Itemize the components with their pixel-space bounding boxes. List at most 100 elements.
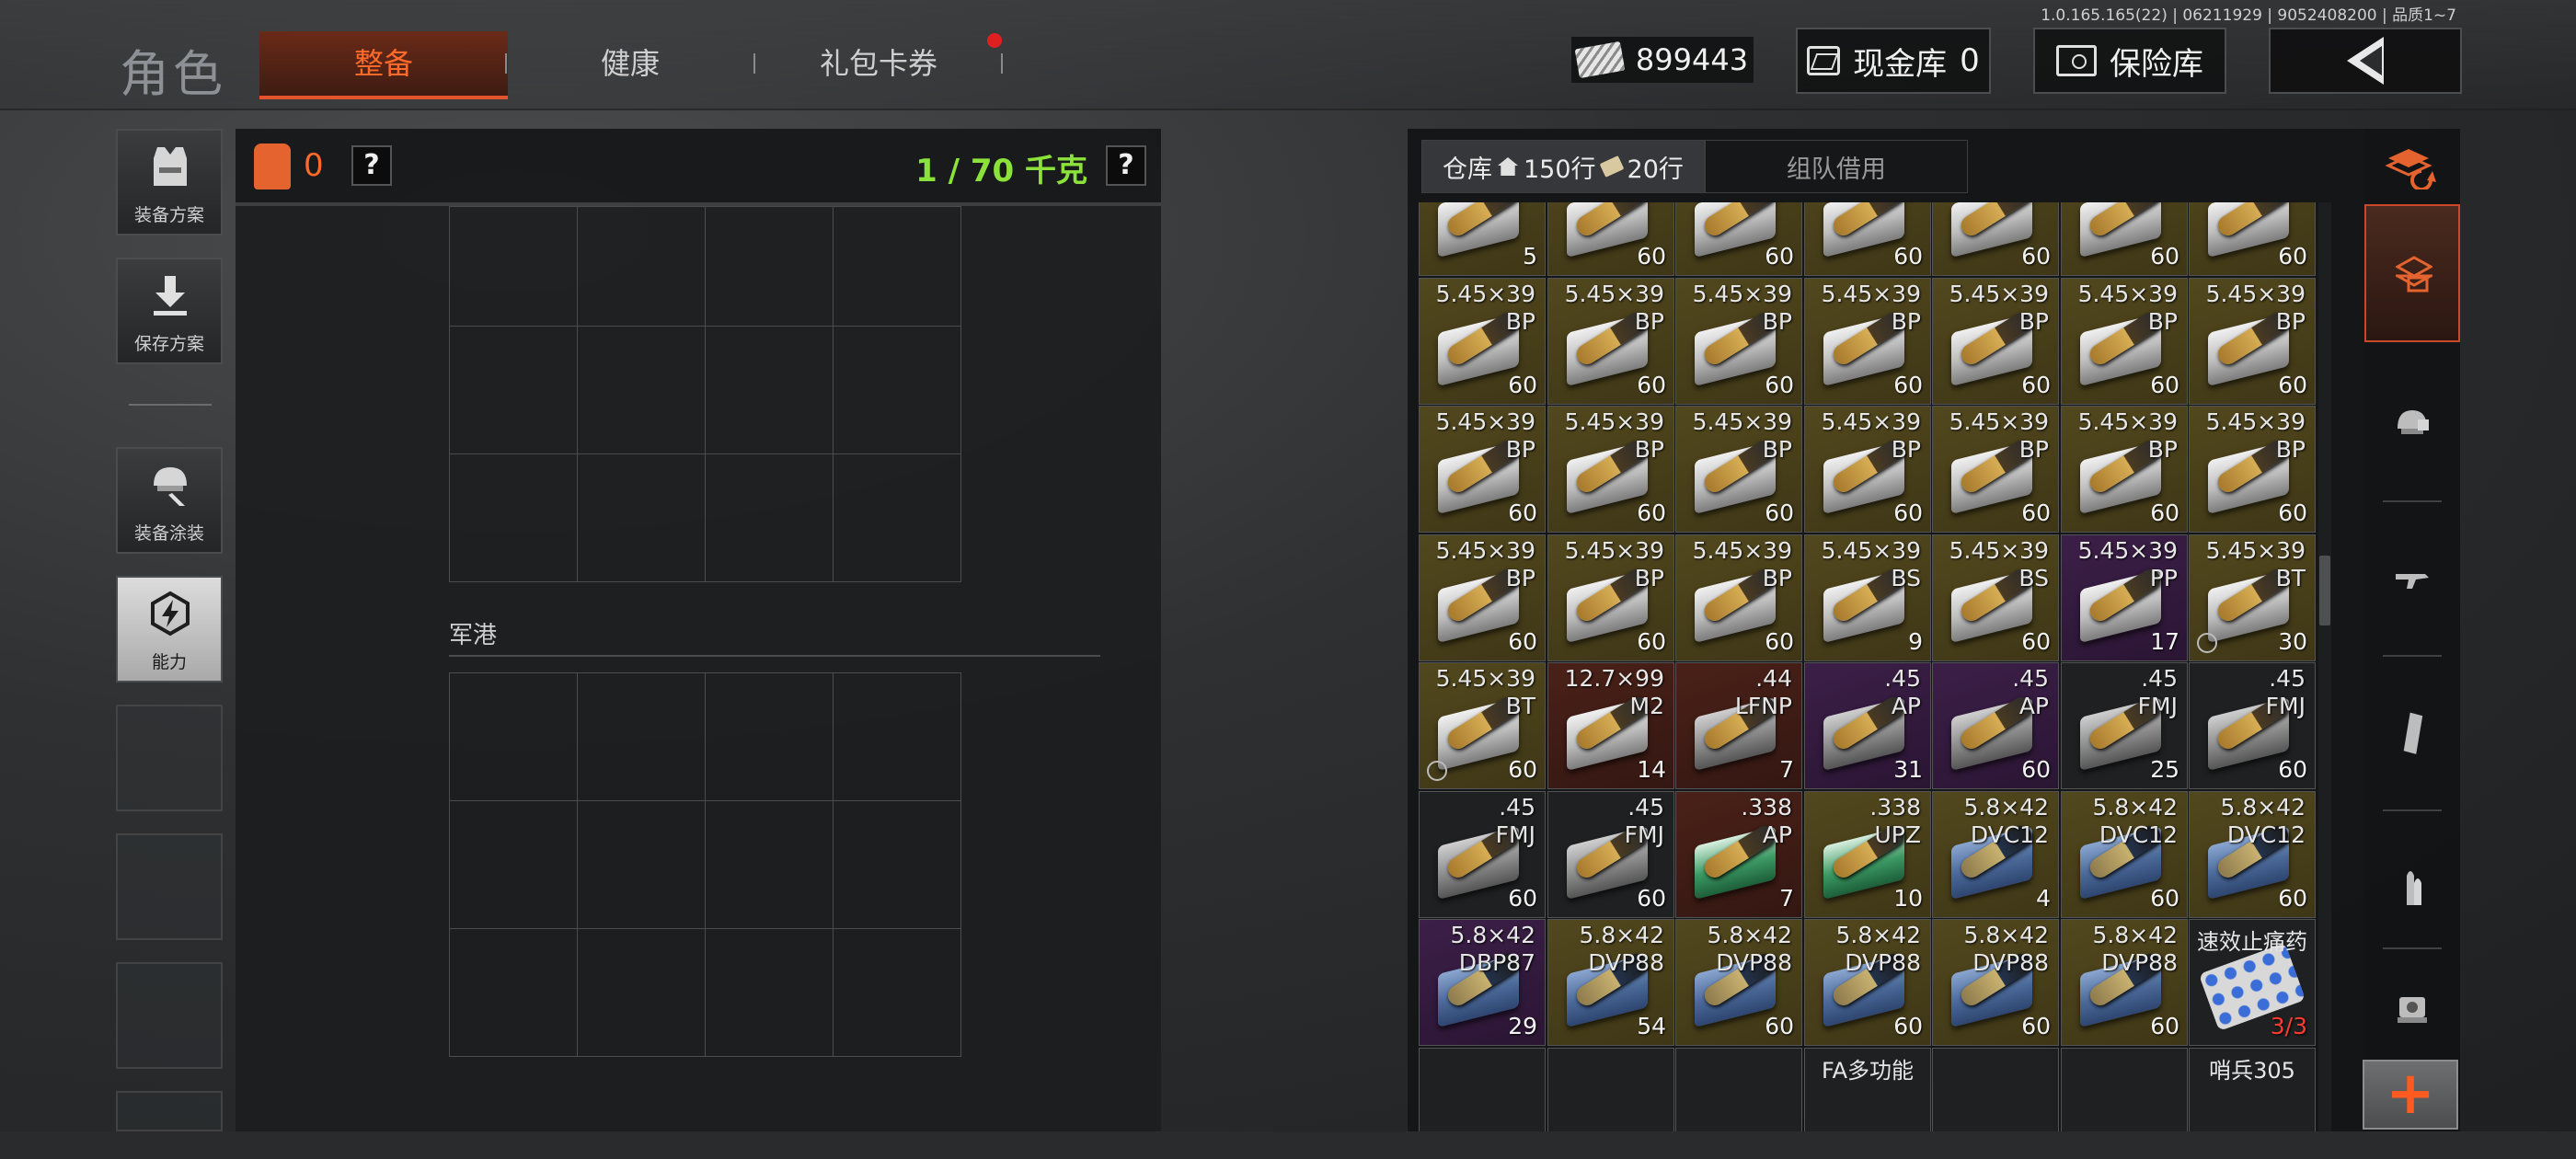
ammo-variant: M2 xyxy=(1629,693,1664,719)
item-count: 60 xyxy=(1893,243,1923,270)
sidebar-label: 装备涂装 xyxy=(133,523,204,544)
ammo-variant: BP xyxy=(2018,436,2049,463)
inventory-item[interactable]: 5.45×39BP60 xyxy=(1547,406,1674,533)
item-count: 60 xyxy=(1637,885,1666,912)
tab-health[interactable]: 健康 xyxy=(506,31,754,96)
inventory-item[interactable]: 5.8×42 DVP88 60 xyxy=(1675,919,1802,1046)
safe-box-button[interactable]: 保险库 xyxy=(2033,28,2226,94)
empty-slot xyxy=(116,833,223,940)
cash-vault-button[interactable]: 现金库 0 xyxy=(1796,28,1991,94)
inventory-item[interactable]: 5.45×39BP60 xyxy=(2189,278,2316,405)
inventory-item[interactable]: 5.45×39 BT 30 xyxy=(2189,534,2316,661)
ammo-caliber: 5.8×42 xyxy=(1963,922,2049,948)
equipment-paint-button[interactable]: 装备涂装 xyxy=(116,447,223,554)
help-icon[interactable]: ? xyxy=(1106,145,1146,186)
inventory-item[interactable]: .45 FMJ 60 xyxy=(1547,791,1674,918)
inventory-item[interactable]: FA多功能 xyxy=(1804,1048,1931,1131)
inventory-item[interactable]: 5.45×39BP60 xyxy=(1932,406,2059,533)
inventory-item[interactable]: 5.45×39 BS 9 xyxy=(1804,534,1931,661)
ammo-caliber: 12.7×99 xyxy=(1564,665,1664,692)
inventory-item[interactable]: 5.45×39BP60 xyxy=(1547,202,1674,276)
item-name: FA多功能 xyxy=(1821,1058,1915,1084)
filter-sight-button[interactable] xyxy=(2364,957,2460,1056)
inventory-item[interactable]: 5.45×39BP60 xyxy=(2189,202,2316,276)
sort-button[interactable] xyxy=(2364,134,2460,201)
inventory-item[interactable] xyxy=(1675,1048,1802,1131)
inventory-item[interactable]: 5.8×42 DVP88 60 xyxy=(1804,919,1931,1046)
inventory-item[interactable] xyxy=(1419,1048,1546,1131)
ability-button[interactable]: 能力 xyxy=(116,576,223,683)
filter-all-button[interactable] xyxy=(2364,204,2460,342)
inventory-item[interactable]: 5.45×39BP60 xyxy=(2061,278,2188,405)
ammo-variant: BS xyxy=(1891,565,1921,591)
inventory-item[interactable]: .338 UPZ 10 xyxy=(1804,791,1931,918)
tracer-badge-icon xyxy=(2197,633,2217,653)
sidebar-divider xyxy=(129,404,212,406)
inventory-item[interactable]: 12.7×99 M2 14 xyxy=(1547,662,1674,789)
inventory-item[interactable]: 5.45×39BP60 xyxy=(1547,278,1674,405)
inventory-item[interactable]: 5.45×39BP60 xyxy=(2061,202,2188,276)
inventory-item[interactable]: 5.45×39 PP 17 xyxy=(2061,534,2188,661)
inventory-item[interactable]: 5.45×39BP60 xyxy=(1419,278,1546,405)
inventory-item[interactable]: 5.45×39BP60 xyxy=(1675,534,1802,661)
inventory-item[interactable]: 5.45×39BP60 xyxy=(1804,278,1931,405)
inventory-item[interactable]: .45 AP 60 xyxy=(1932,662,2059,789)
help-icon[interactable]: ? xyxy=(351,145,392,186)
filter-helmet-button[interactable] xyxy=(2364,355,2460,493)
inventory-item[interactable]: 速效止痛药 3/3 xyxy=(2189,919,2316,1046)
add-button[interactable]: + xyxy=(2363,1060,2458,1130)
inventory-item[interactable]: .45 FMJ 25 xyxy=(2061,662,2188,789)
inventory-item[interactable]: 5.8×42 DVP88 60 xyxy=(2061,919,2188,1046)
warehouse-scrollbar[interactable] xyxy=(2318,202,2331,1131)
sight-icon xyxy=(2398,997,2427,1023)
inventory-item[interactable]: .338 AP 7 xyxy=(1675,791,1802,918)
inventory-item[interactable]: .45 FMJ 60 xyxy=(2189,662,2316,789)
filter-magazine-button[interactable] xyxy=(2364,664,2460,802)
filter-rifle-button[interactable] xyxy=(2364,510,2460,648)
inventory-item[interactable]: 5.45×39BP60 xyxy=(2189,406,2316,533)
loadout-plan-button[interactable]: 装备方案 xyxy=(116,129,223,235)
inventory-item[interactable]: .44 LFNP 7 xyxy=(1675,662,1802,789)
item-count: 60 xyxy=(1508,499,1537,526)
item-count: 5 xyxy=(1523,243,1537,270)
inventory-item[interactable]: 5.45×39BP60 xyxy=(1932,202,2059,276)
item-count: 60 xyxy=(2278,499,2307,526)
inventory-item[interactable]: 5.45×39 BS 60 xyxy=(1932,534,2059,661)
inventory-item[interactable]: .45 AP 31 xyxy=(1804,662,1931,789)
inventory-item[interactable]: .45 FMJ 60 xyxy=(1419,791,1546,918)
inventory-item[interactable]: 5.8×42 DBP87 29 xyxy=(1419,919,1546,1046)
inventory-item[interactable]: 5.45×39BP60 xyxy=(1419,534,1546,661)
inventory-item[interactable]: 5.8×42 DVP88 54 xyxy=(1547,919,1674,1046)
inventory-item[interactable]: 5.45×39BP60 xyxy=(1675,278,1802,405)
inventory-item[interactable]: 5.45×39BP5 xyxy=(1419,202,1546,276)
inventory-item[interactable]: 5.45×39BP60 xyxy=(2061,406,2188,533)
filter-ammo-button[interactable] xyxy=(2364,819,2460,957)
inventory-item[interactable]: 5.8×42 DVC12 60 xyxy=(2189,791,2316,918)
save-plan-button[interactable]: 保存方案 xyxy=(116,258,223,364)
inventory-item[interactable] xyxy=(1547,1048,1674,1131)
tab-gift-coupons[interactable]: 礼包卡券 xyxy=(754,31,1003,96)
download-icon xyxy=(154,276,187,316)
inventory-item[interactable]: 5.45×39BP60 xyxy=(1419,406,1546,533)
inventory-item[interactable]: 5.45×39BP60 xyxy=(1547,534,1674,661)
inventory-item[interactable]: 哨兵305 xyxy=(2189,1048,2316,1131)
inventory-item[interactable]: 5.45×39BP60 xyxy=(1932,278,2059,405)
tab-team-borrow[interactable]: 组队借用 xyxy=(1704,140,1968,193)
inventory-item[interactable]: 5.45×39BP60 xyxy=(1675,202,1802,276)
inventory-item[interactable]: 5.45×39BP60 xyxy=(1804,202,1931,276)
inventory-item[interactable]: 5.8×42 DVC12 4 xyxy=(1932,791,2059,918)
tab-warehouse[interactable]: 仓库 150行 20行 xyxy=(1421,140,1705,193)
tab-loadout[interactable]: 整备 xyxy=(259,31,508,99)
ammo-caliber: 5.45×39 xyxy=(1692,281,1792,307)
inventory-item[interactable]: 5.8×42 DVP88 60 xyxy=(1932,919,2059,1046)
item-count: 60 xyxy=(2150,885,2179,912)
inventory-item[interactable] xyxy=(2061,1048,2188,1131)
back-button[interactable] xyxy=(2269,28,2462,94)
inventory-item[interactable]: 5.45×39BP60 xyxy=(1675,406,1802,533)
inventory-item[interactable] xyxy=(1932,1048,2059,1131)
scrollbar-thumb[interactable] xyxy=(2319,556,2330,625)
ammo-caliber: .45 xyxy=(2269,665,2306,692)
inventory-item[interactable]: 5.45×39BP60 xyxy=(1804,406,1931,533)
inventory-item[interactable]: 5.45×39 BT 60 xyxy=(1419,662,1546,789)
inventory-item[interactable]: 5.8×42 DVC12 60 xyxy=(2061,791,2188,918)
